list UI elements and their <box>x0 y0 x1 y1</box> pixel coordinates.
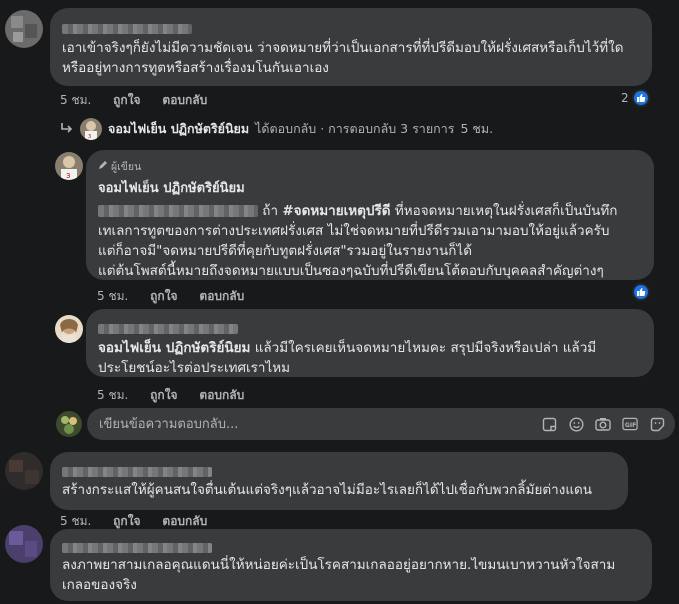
avatar[interactable]: 3 <box>55 152 83 180</box>
reply-text-line2: เทเลการทูตของการต่างประเทศฝรั่งเศส ไม่ใช… <box>98 223 610 239</box>
reply-text-line3: แต่ก็อาจมี"จดหมายปรีดีที่คุยกับทูตฝรั่งเ… <box>98 243 472 259</box>
comment-text: เอาเข้าจริงๆก็ยังไม่มีความชัดเจน ว่าจดหม… <box>62 40 624 76</box>
svg-text:GIF: GIF <box>625 422 636 429</box>
svg-text:3: 3 <box>66 172 70 180</box>
reply-text: ถ้า #จดหมายเหตุปรีดี ที่หอจดหมายเหตุในฝร… <box>98 201 642 221</box>
reply-bubble: ผู้เขียน จอมไฟเย็น ปฏิกษัตริย์นิยม ถ้า #… <box>86 150 654 280</box>
pencil-icon <box>98 160 108 173</box>
comment-bubble: ลงภาพยาสามเกลอคุณแดนนี่ให้หน่อยค่ะเป็นโร… <box>50 529 652 601</box>
author-badge-label: ผู้เขียน <box>111 161 142 173</box>
comment-time[interactable]: 5 ชม. <box>60 514 91 528</box>
comment-text: ลงภาพยาสามเกลอคุณแดนนี่ให้หน่อยค่ะเป็นโร… <box>62 557 616 593</box>
reply-author-name[interactable]: จอมไฟเย็น ปฏิกษัตริย์นิยม <box>98 177 642 198</box>
reply-arrow-icon <box>60 122 74 137</box>
comment-actions: 5 ชม. ถูกใจ ตอบกลับ <box>60 91 225 110</box>
mention-link[interactable]: จอมไฟเย็น ปฏิกษัตริย์นิยม <box>98 340 250 356</box>
reply-button[interactable]: ตอบกลับ <box>199 289 244 303</box>
comment-bubble: สร้างกระแสให้ผู้คนสนใจตื่นเต้นแต่จริงๆแล… <box>50 452 628 510</box>
hashtag-link[interactable]: #จดหมายเหตุปรีดี <box>282 203 390 219</box>
reply-text: จอมไฟเย็น ปฏิกษัตริย์นิยม แล้วมีใครเคยเห… <box>98 338 642 378</box>
reaction-number: 2 <box>621 91 629 105</box>
author-badge: ผู้เขียน <box>98 158 642 175</box>
avatar <box>56 411 82 437</box>
like-thumb-icon <box>632 283 650 301</box>
reply-bubble: จอมไฟเย็น ปฏิกษัตริย์นิยม แล้วมีใครเคยเห… <box>86 309 654 377</box>
svg-text:3: 3 <box>88 134 91 140</box>
avatar: 3 <box>80 118 102 140</box>
reply-text-line1: ที่หอจดหมายเหตุในฝรั่งเศสก็เป็นบันทึก <box>394 203 618 219</box>
input-tools: GIF <box>541 416 675 432</box>
reply-author-blurred[interactable] <box>98 318 642 334</box>
camera-icon[interactable] <box>595 416 611 432</box>
reply-text-line4: แต่ต้นโพสต์นี้หมายถึงจดหมายแบบเป็นซองๆฉบ… <box>98 263 604 279</box>
reply-summary: ได้ตอบกลับ · การตอบกลับ 3 รายการ <box>255 121 455 136</box>
reply-input[interactable] <box>87 416 541 432</box>
emoji-icon[interactable] <box>568 416 584 432</box>
sticker-icon[interactable] <box>541 416 557 432</box>
view-replies-link[interactable]: 3 จอมไฟเย็น ปฏิกษัตริย์นิยม ได้ตอบกลับ ·… <box>60 118 493 140</box>
avatar[interactable] <box>5 452 43 490</box>
reply-author-name: จอมไฟเย็น ปฏิกษัตริย์นิยม <box>108 121 250 136</box>
reply-time: 5 ชม. <box>460 121 494 136</box>
reaction-count[interactable] <box>632 283 650 301</box>
reply-time[interactable]: 5 ชม. <box>97 289 128 303</box>
like-button[interactable]: ถูกใจ <box>113 93 140 107</box>
reply-actions: 5 ชม. ถูกใจ ตอบกลับ <box>97 287 262 306</box>
comment-text: สร้างกระแสให้ผู้คนสนใจตื่นเต้นแต่จริงๆแล… <box>62 482 593 498</box>
reply-actions: 5 ชม. ถูกใจ ตอบกลับ <box>97 386 262 405</box>
reply-input-box: GIF <box>87 408 675 440</box>
reply-button[interactable]: ตอบกลับ <box>162 514 207 528</box>
comment-author-blurred[interactable] <box>62 461 616 477</box>
reaction-count[interactable]: 2 <box>621 89 650 107</box>
comment-author-blurred[interactable] <box>62 537 640 553</box>
avatar[interactable] <box>55 315 83 343</box>
like-button[interactable]: ถูกใจ <box>113 514 140 528</box>
like-button[interactable]: ถูกใจ <box>150 388 177 402</box>
avatar[interactable] <box>5 525 43 563</box>
comment-author-blurred[interactable] <box>62 18 640 34</box>
like-button[interactable]: ถูกใจ <box>150 289 177 303</box>
mention-blurred[interactable] <box>98 205 258 217</box>
avatar[interactable] <box>5 10 43 48</box>
reply-button[interactable]: ตอบกลับ <box>162 93 207 107</box>
gif-icon[interactable]: GIF <box>622 416 638 432</box>
comment-bubble: เอาเข้าจริงๆก็ยังไม่มีความชัดเจน ว่าจดหม… <box>50 8 652 86</box>
like-thumb-icon <box>631 89 650 107</box>
sticker2-icon[interactable] <box>649 416 665 432</box>
reply-time[interactable]: 5 ชม. <box>97 388 128 402</box>
reply-button[interactable]: ตอบกลับ <box>199 388 244 402</box>
reply-text-prefix: ถ้า <box>262 203 279 219</box>
comment-time[interactable]: 5 ชม. <box>60 93 91 107</box>
